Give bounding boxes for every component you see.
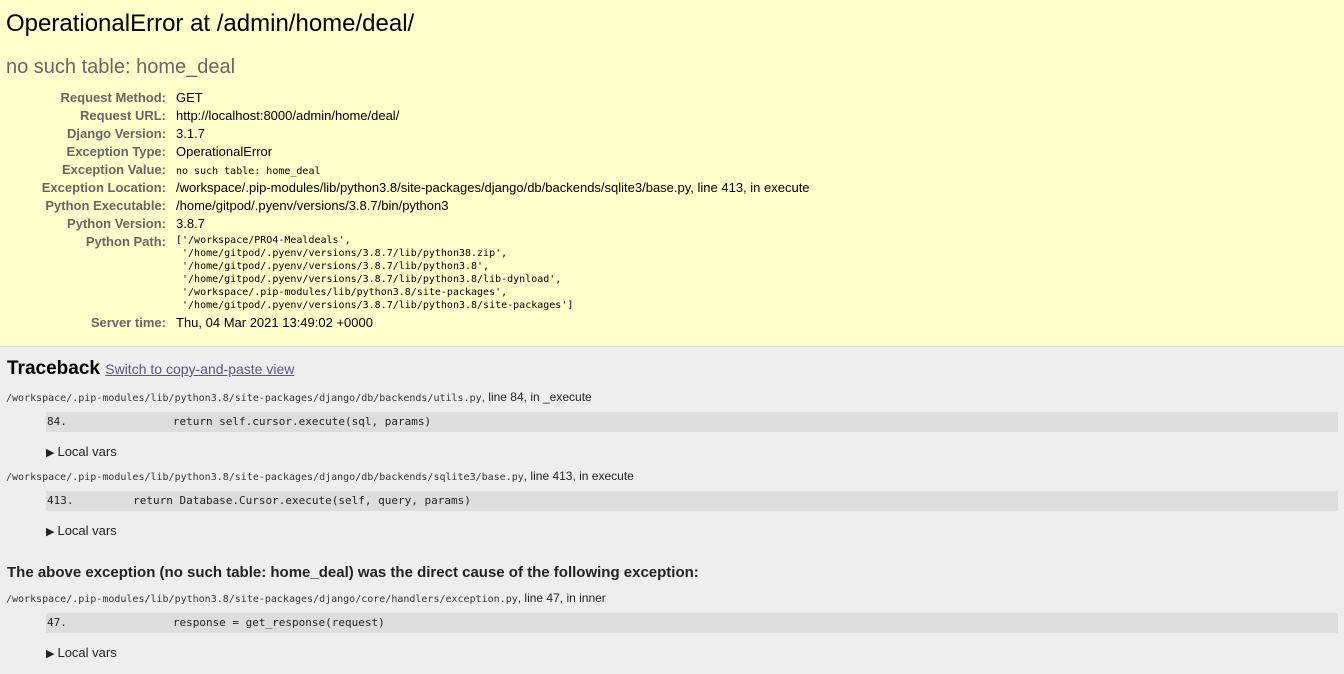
exception-value: no such table: home_deal xyxy=(176,166,321,177)
local-vars-toggle[interactable]: ▶ Local vars xyxy=(46,444,1338,459)
meta-row: Python Path: ['/workspace/PRO4-Mealdeals'… xyxy=(6,233,810,314)
meta-value: ['/workspace/PRO4-Mealdeals', '/home/git… xyxy=(174,233,810,314)
meta-label: Python Version: xyxy=(67,216,166,231)
meta-row: Django Version: 3.1.7 xyxy=(6,125,810,143)
meta-value: http://localhost:8000/admin/home/deal/ xyxy=(176,108,400,123)
switch-view-link[interactable]: Switch to copy-and-paste view xyxy=(105,361,294,377)
local-vars-label: Local vars xyxy=(57,444,117,459)
context-line[interactable]: 413. return Database.Cursor.execute(self… xyxy=(46,491,1338,511)
frame-list: /workspace/.pip-modules/lib/python3.8/si… xyxy=(6,390,1338,538)
meta-label: Request Method: xyxy=(60,90,166,105)
meta-label: Exception Location: xyxy=(41,180,166,195)
frame-file-path: /workspace/.pip-modules/lib/python3.8/si… xyxy=(6,472,524,483)
meta-row: Request URL: http://localhost:8000/admin/… xyxy=(6,107,810,125)
local-vars-label: Local vars xyxy=(57,523,117,538)
triangle-right-icon: ▶ xyxy=(46,447,55,459)
meta-label: Python Path: xyxy=(85,234,166,249)
meta-label: Server time: xyxy=(90,315,166,330)
triangle-right-icon: ▶ xyxy=(46,648,55,660)
frame-file-path: /workspace/.pip-modules/lib/python3.8/si… xyxy=(6,594,518,605)
local-vars-toggle[interactable]: ▶ Local vars xyxy=(46,523,1338,538)
meta-label: Exception Value: xyxy=(61,162,166,177)
meta-row: Python Version: 3.8.7 xyxy=(6,215,810,233)
traceback-frame: /workspace/.pip-modules/lib/python3.8/si… xyxy=(6,390,1338,459)
frame-line-info: , line 84, in _execute xyxy=(481,390,592,404)
meta-row: Server time: Thu, 04 Mar 2021 13:49:02 +0… xyxy=(6,314,810,332)
error-title: OperationalError at /admin/home/deal/ xyxy=(6,10,415,37)
cause-heading: The above exception (no such table: home… xyxy=(7,564,699,581)
meta-label: Django Version: xyxy=(67,126,166,141)
local-vars-label: Local vars xyxy=(57,645,117,660)
context-line[interactable]: 84. return self.cursor.execute(sql, para… xyxy=(46,412,1338,432)
frame-line-info: , line 413, in execute xyxy=(523,469,634,483)
meta-value: /workspace/.pip-modules/lib/python3.8/si… xyxy=(176,180,810,195)
meta-row: Request Method: GET xyxy=(6,89,810,107)
traceback-title: Traceback xyxy=(7,358,100,379)
error-subtitle: no such table: home_deal xyxy=(6,56,236,78)
local-vars-toggle[interactable]: ▶ Local vars xyxy=(46,645,1338,660)
meta-value: /home/gitpod/.pyenv/versions/3.8.7/bin/p… xyxy=(176,198,449,213)
meta-row: Exception Location: /workspace/.pip-modul… xyxy=(6,179,810,197)
meta-label: Exception Type: xyxy=(66,144,166,159)
frame-location: /workspace/.pip-modules/lib/python3.8/si… xyxy=(6,591,1338,605)
triangle-right-icon: ▶ xyxy=(46,526,55,538)
meta-value: no such table: home_deal xyxy=(174,161,810,179)
python-path-value: ['/workspace/PRO4-Mealdeals', '/home/git… xyxy=(176,235,574,311)
meta-row: Exception Value: no such table: home_deal xyxy=(6,161,810,179)
meta-label: Request URL: xyxy=(80,108,166,123)
request-meta-table: Request Method: GET Request URL: http://loc… xyxy=(6,89,810,332)
meta-value: OperationalError xyxy=(176,144,273,159)
meta-row: Exception Type: OperationalError xyxy=(6,143,810,161)
meta-value: GET xyxy=(176,90,203,105)
frame-location: /workspace/.pip-modules/lib/python3.8/si… xyxy=(6,469,1338,483)
traceback-frame: /workspace/.pip-modules/lib/python3.8/si… xyxy=(6,469,1338,538)
frame-list: /workspace/.pip-modules/lib/python3.8/si… xyxy=(6,591,1338,660)
traceback-frame: /workspace/.pip-modules/lib/python3.8/si… xyxy=(6,591,1338,660)
meta-value: 3.8.7 xyxy=(176,216,205,231)
frame-line-info: , line 47, in inner xyxy=(517,591,606,605)
traceback-section: Traceback Switch to copy-and-paste view … xyxy=(0,347,1344,674)
meta-value: 3.1.7 xyxy=(176,126,205,141)
meta-value: Thu, 04 Mar 2021 13:49:02 +0000 xyxy=(176,315,373,330)
meta-label: Python Executable: xyxy=(45,198,166,213)
frame-location: /workspace/.pip-modules/lib/python3.8/si… xyxy=(6,390,1338,404)
context-line[interactable]: 47. response = get_response(request) xyxy=(46,613,1338,633)
meta-row: Python Executable: /home/gitpod/.pyenv/ve… xyxy=(6,197,810,215)
traceback-heading: Traceback Switch to copy-and-paste view xyxy=(7,358,1338,380)
frame-file-path: /workspace/.pip-modules/lib/python3.8/si… xyxy=(6,393,482,404)
error-summary: OperationalError at /admin/home/deal/ no… xyxy=(0,0,1344,347)
